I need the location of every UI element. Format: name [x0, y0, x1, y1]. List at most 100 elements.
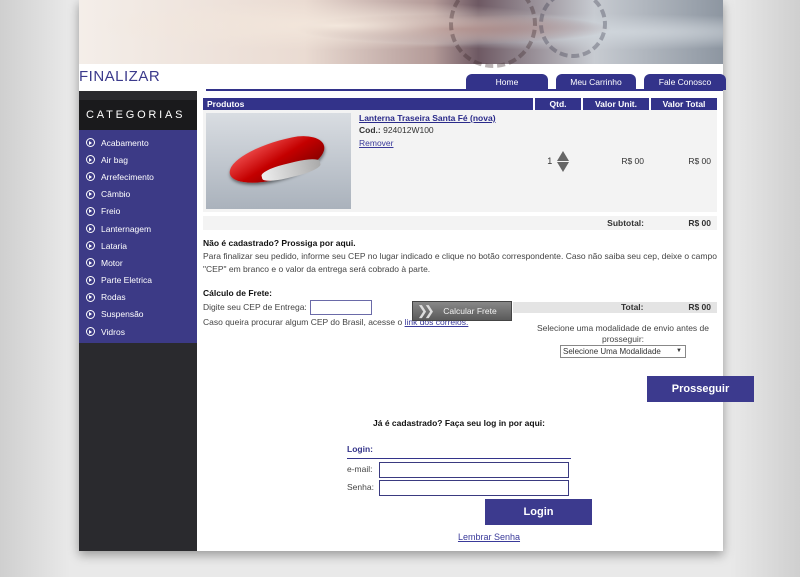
arrow-circle-icon: [86, 327, 95, 337]
product-name-link[interactable]: Lanterna Traseira Santa Fé (nova): [359, 113, 496, 123]
shipping-select-value: Selecione Uma Modalidade: [563, 347, 661, 356]
arrow-circle-icon: [86, 241, 95, 251]
cod-value: 924012W100: [383, 125, 434, 135]
sidebar-item-label: Câmbio: [101, 189, 131, 200]
sidebar-item-label: Air bag: [101, 154, 128, 165]
sidebar-item-lanternagem[interactable]: Lanternagem: [79, 220, 197, 237]
sidebar-item-label: Motor: [101, 257, 123, 268]
total-bar: Total: R$ 00: [513, 302, 717, 313]
sidebar-item-label: Parte Eletrica: [101, 275, 153, 286]
arrow-circle-icon: [86, 258, 95, 268]
password-label: Senha:: [347, 482, 374, 493]
arrow-circle-icon: [86, 292, 95, 302]
arrow-circle-icon: [86, 224, 95, 234]
gear-decoration: [449, 0, 537, 68]
total-price: R$ 00: [650, 110, 717, 212]
gear-decoration: [539, 0, 607, 58]
sidebar: CATEGORIAS Acabamento Air bag Arrefecime…: [79, 91, 197, 551]
double-chevron-icon: ❯❯: [417, 303, 435, 318]
calculate-freight-button[interactable]: ❯❯ Calcular Frete: [412, 301, 512, 321]
qty-stepper[interactable]: [556, 150, 569, 172]
cod-label: Cod.:: [359, 125, 381, 135]
email-label: e-mail:: [347, 464, 373, 475]
login-divider: [347, 458, 571, 459]
sidebar-item-suspensao[interactable]: Suspensão: [79, 306, 197, 323]
unit-price: R$ 00: [582, 110, 650, 212]
cep-input[interactable]: [309, 300, 372, 315]
calculate-freight-label: Calcular Frete: [443, 306, 497, 316]
login-section: Já é cadastrado? Faça seu log in por aqu…: [347, 418, 719, 496]
product-cell: Lanterna Traseira Santa Fé (nova) Cod.: …: [203, 110, 534, 212]
nav-underline: [206, 89, 723, 91]
nav-contact[interactable]: Fale Conosco: [644, 74, 726, 90]
sidebar-item-label: Suspensão: [101, 309, 144, 320]
caret-down-icon: ▼: [676, 348, 682, 354]
sidebar-item-label: Rodas: [101, 292, 126, 303]
column-header-qtd: Qtd.: [533, 98, 582, 110]
login-heading: Login:: [347, 444, 373, 454]
login-button[interactable]: Login: [485, 499, 592, 525]
arrow-circle-icon: [86, 206, 95, 216]
sidebar-heading: CATEGORIAS: [79, 100, 197, 130]
arrow-down-icon[interactable]: [556, 161, 569, 172]
subtotal-row: Subtotal: R$ 00: [203, 216, 717, 230]
nav-my-cart[interactable]: Meu Carrinho: [556, 74, 636, 90]
shipping-select[interactable]: Selecione Uma Modalidade ▼: [560, 345, 686, 358]
sidebar-item-parte-eletrica[interactable]: Parte Eletrica: [79, 272, 197, 289]
sidebar-item-label: Arrefecimento: [101, 171, 154, 182]
arrow-circle-icon: [86, 138, 95, 148]
total-value: R$ 00: [688, 302, 711, 312]
not-registered-text: Para finalizar seu pedido, informe seu C…: [203, 251, 717, 274]
arrow-circle-icon: [86, 189, 95, 199]
header-banner-image: [79, 0, 723, 68]
sidebar-item-label: Lanternagem: [101, 223, 152, 234]
sidebar-item-motor[interactable]: Motor: [79, 254, 197, 271]
sidebar-item-acabamento[interactable]: Acabamento: [79, 134, 197, 151]
column-header-valor-unit: Valor Unit.: [581, 98, 650, 110]
not-registered-heading: Não é cadastrado? Prossiga por aqui.: [203, 238, 356, 248]
login-prompt: Já é cadastrado? Faça seu log in por aqu…: [373, 418, 545, 428]
total-label: Total:: [621, 302, 644, 312]
forgot-password-link[interactable]: Lembrar Senha: [458, 532, 520, 542]
category-menu: Acabamento Air bag Arrefecimento Câmbio …: [79, 130, 197, 343]
shipping-prompt: Selecione uma modalidade de envio antes …: [536, 323, 709, 344]
page-title: FINALIZAR: [79, 68, 161, 85]
page-container: FINALIZAR Home Meu Carrinho Fale Conosco…: [79, 0, 754, 551]
sidebar-item-label: Vidros: [101, 326, 125, 337]
qty-value: 1: [547, 155, 553, 166]
nav-home[interactable]: Home: [466, 74, 548, 90]
freight-heading: Cálculo de Frete:: [203, 288, 272, 298]
continue-button[interactable]: Prosseguir: [647, 376, 754, 402]
sidebar-item-cambio[interactable]: Câmbio: [79, 186, 197, 203]
shipping-box: Selecione uma modalidade de envio antes …: [533, 323, 713, 358]
sidebar-item-freio[interactable]: Freio: [79, 203, 197, 220]
arrow-circle-icon: [86, 155, 95, 165]
main-content: Produtos Qtd. Valor Unit. Valor Total La…: [203, 98, 754, 542]
sidebar-item-air-bag[interactable]: Air bag: [79, 151, 197, 168]
sidebar-item-rodas[interactable]: Rodas: [79, 289, 197, 306]
subtotal-value: R$ 00: [650, 216, 717, 230]
arrow-circle-icon: [86, 275, 95, 285]
column-header-produtos: Produtos: [203, 98, 534, 110]
arrow-circle-icon: [86, 172, 95, 182]
password-field[interactable]: [379, 480, 569, 496]
table-row: Lanterna Traseira Santa Fé (nova) Cod.: …: [203, 110, 717, 212]
qty-cell: 1: [534, 110, 582, 212]
top-navigation: Home Meu Carrinho Fale Conosco: [466, 74, 726, 90]
sidebar-item-label: Freio: [101, 206, 121, 217]
cart-table: Produtos Qtd. Valor Unit. Valor Total La…: [203, 98, 717, 230]
sidebar-item-label: Lataria: [101, 240, 127, 251]
sidebar-item-lataria[interactable]: Lataria: [79, 237, 197, 254]
column-header-valor-total: Valor Total: [649, 98, 717, 110]
sidebar-item-arrefecimento[interactable]: Arrefecimento: [79, 168, 197, 185]
remove-link[interactable]: Remover: [359, 138, 496, 148]
arrow-circle-icon: [86, 309, 95, 319]
cep-label: Digite seu CEP de Entrega:: [203, 301, 307, 312]
sidebar-item-vidros[interactable]: Vidros: [79, 323, 197, 340]
product-image[interactable]: [206, 113, 351, 209]
arrow-up-icon[interactable]: [556, 150, 569, 161]
subtotal-label: Subtotal:: [534, 216, 650, 230]
sidebar-item-label: Acabamento: [101, 137, 149, 148]
cep-help-text: Caso queira procurar algum CEP do Brasil…: [203, 317, 403, 327]
email-field[interactable]: [379, 462, 569, 478]
